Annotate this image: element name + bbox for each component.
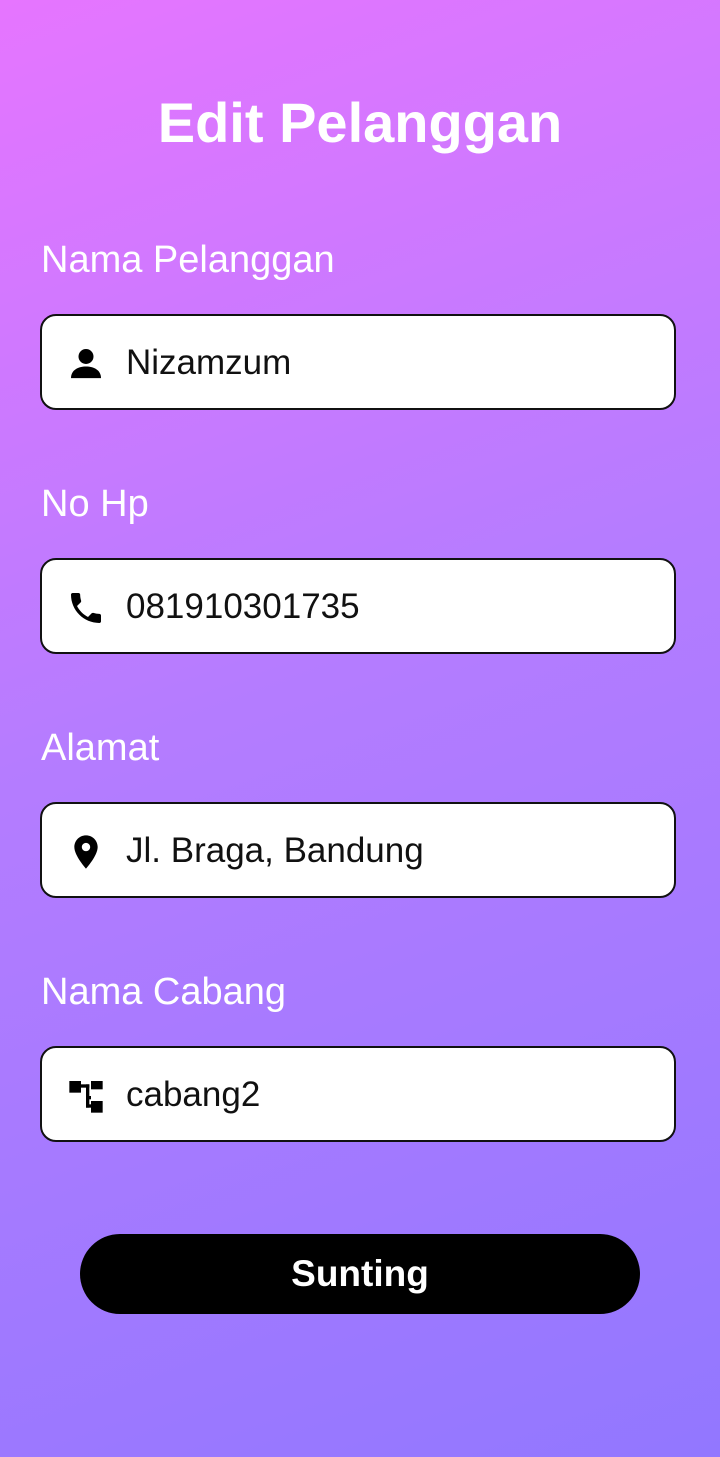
- location-pin-icon: [74, 835, 98, 869]
- phone-field[interactable]: 081910301735: [40, 558, 676, 654]
- address-label: Alamat: [41, 727, 160, 769]
- sunting-button[interactable]: Sunting: [80, 1234, 640, 1314]
- customer-name-value: Nizamzum: [126, 343, 292, 382]
- phone-label: No Hp: [41, 483, 149, 525]
- branch-label: Nama Cabang: [41, 971, 287, 1013]
- address-value: Jl. Braga, Bandung: [126, 831, 424, 870]
- phone-value: 081910301735: [126, 587, 360, 626]
- page-title: Edit Pelanggan: [157, 91, 563, 154]
- branch-value: cabang2: [126, 1075, 261, 1114]
- branch-tree-icon: [69, 1081, 103, 1113]
- address-field[interactable]: Jl. Braga, Bandung: [40, 802, 676, 898]
- person-icon: [71, 349, 101, 379]
- customer-name-label: Nama Pelanggan: [41, 239, 335, 281]
- branch-field[interactable]: cabang2: [40, 1046, 676, 1142]
- phone-icon: [71, 593, 101, 623]
- customer-name-field[interactable]: Nizamzum: [40, 314, 676, 410]
